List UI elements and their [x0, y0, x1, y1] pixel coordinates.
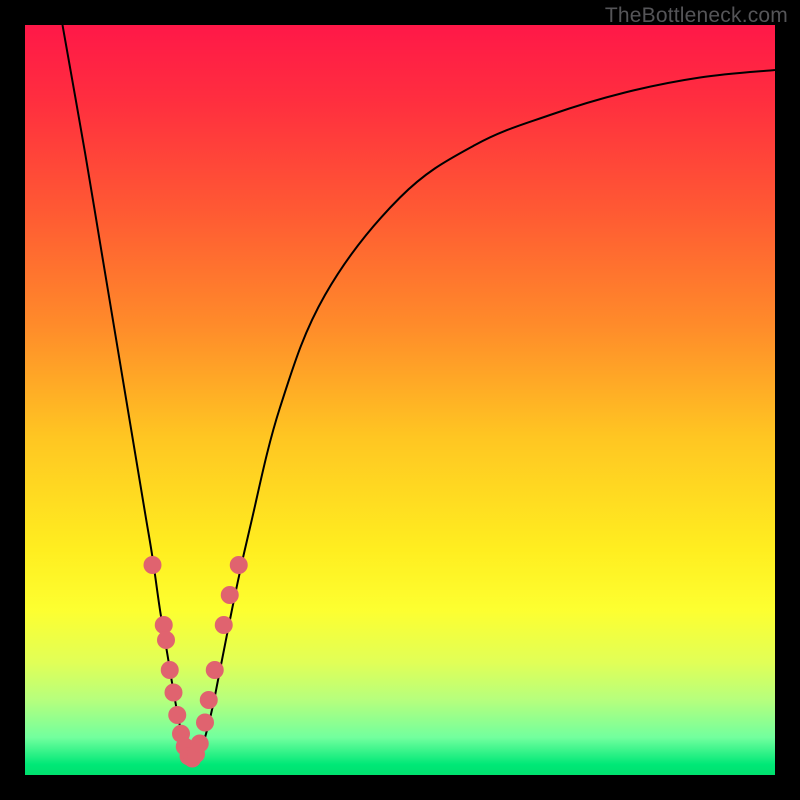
watermark-text: TheBottleneck.com	[605, 4, 788, 28]
curve-marker	[221, 586, 239, 604]
curve-marker	[206, 661, 224, 679]
curve-marker	[165, 684, 183, 702]
curve-marker	[230, 556, 248, 574]
plot-area	[25, 25, 775, 775]
curve-markers	[144, 556, 248, 768]
curve-marker	[215, 616, 233, 634]
curve-marker	[144, 556, 162, 574]
chart-frame: TheBottleneck.com	[0, 0, 800, 800]
curve-layer	[25, 25, 775, 775]
bottleneck-curve	[63, 25, 776, 763]
curve-marker	[168, 706, 186, 724]
curve-marker	[196, 714, 214, 732]
curve-marker	[200, 691, 218, 709]
curve-marker	[161, 661, 179, 679]
curve-marker	[191, 735, 209, 753]
curve-marker	[157, 631, 175, 649]
